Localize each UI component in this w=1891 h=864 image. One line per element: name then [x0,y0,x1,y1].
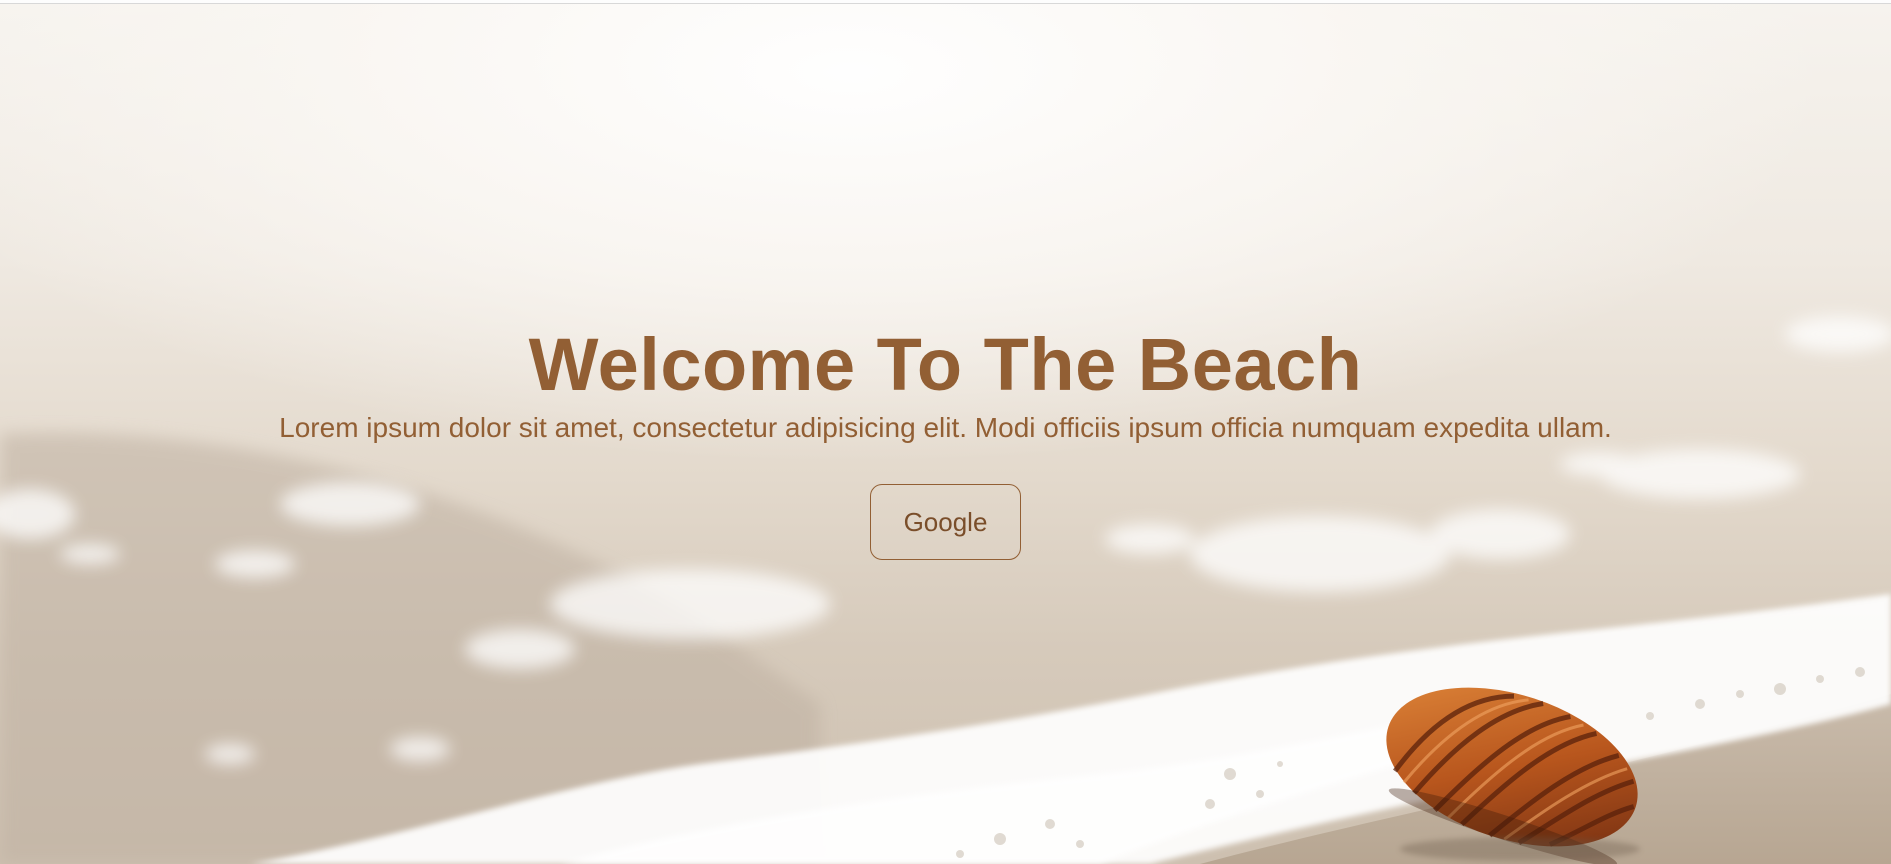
hero-section: Welcome To The Beach Lorem ipsum dolor s… [0,4,1891,864]
hero-content: Welcome To The Beach Lorem ipsum dolor s… [0,322,1891,560]
hero-button-wrap: Google [0,484,1891,560]
top-rule [0,0,1891,4]
hero-subtitle: Lorem ipsum dolor sit amet, consectetur … [279,412,1612,443]
google-button[interactable]: Google [870,484,1021,560]
hero-title: Welcome To The Beach [528,323,1363,406]
